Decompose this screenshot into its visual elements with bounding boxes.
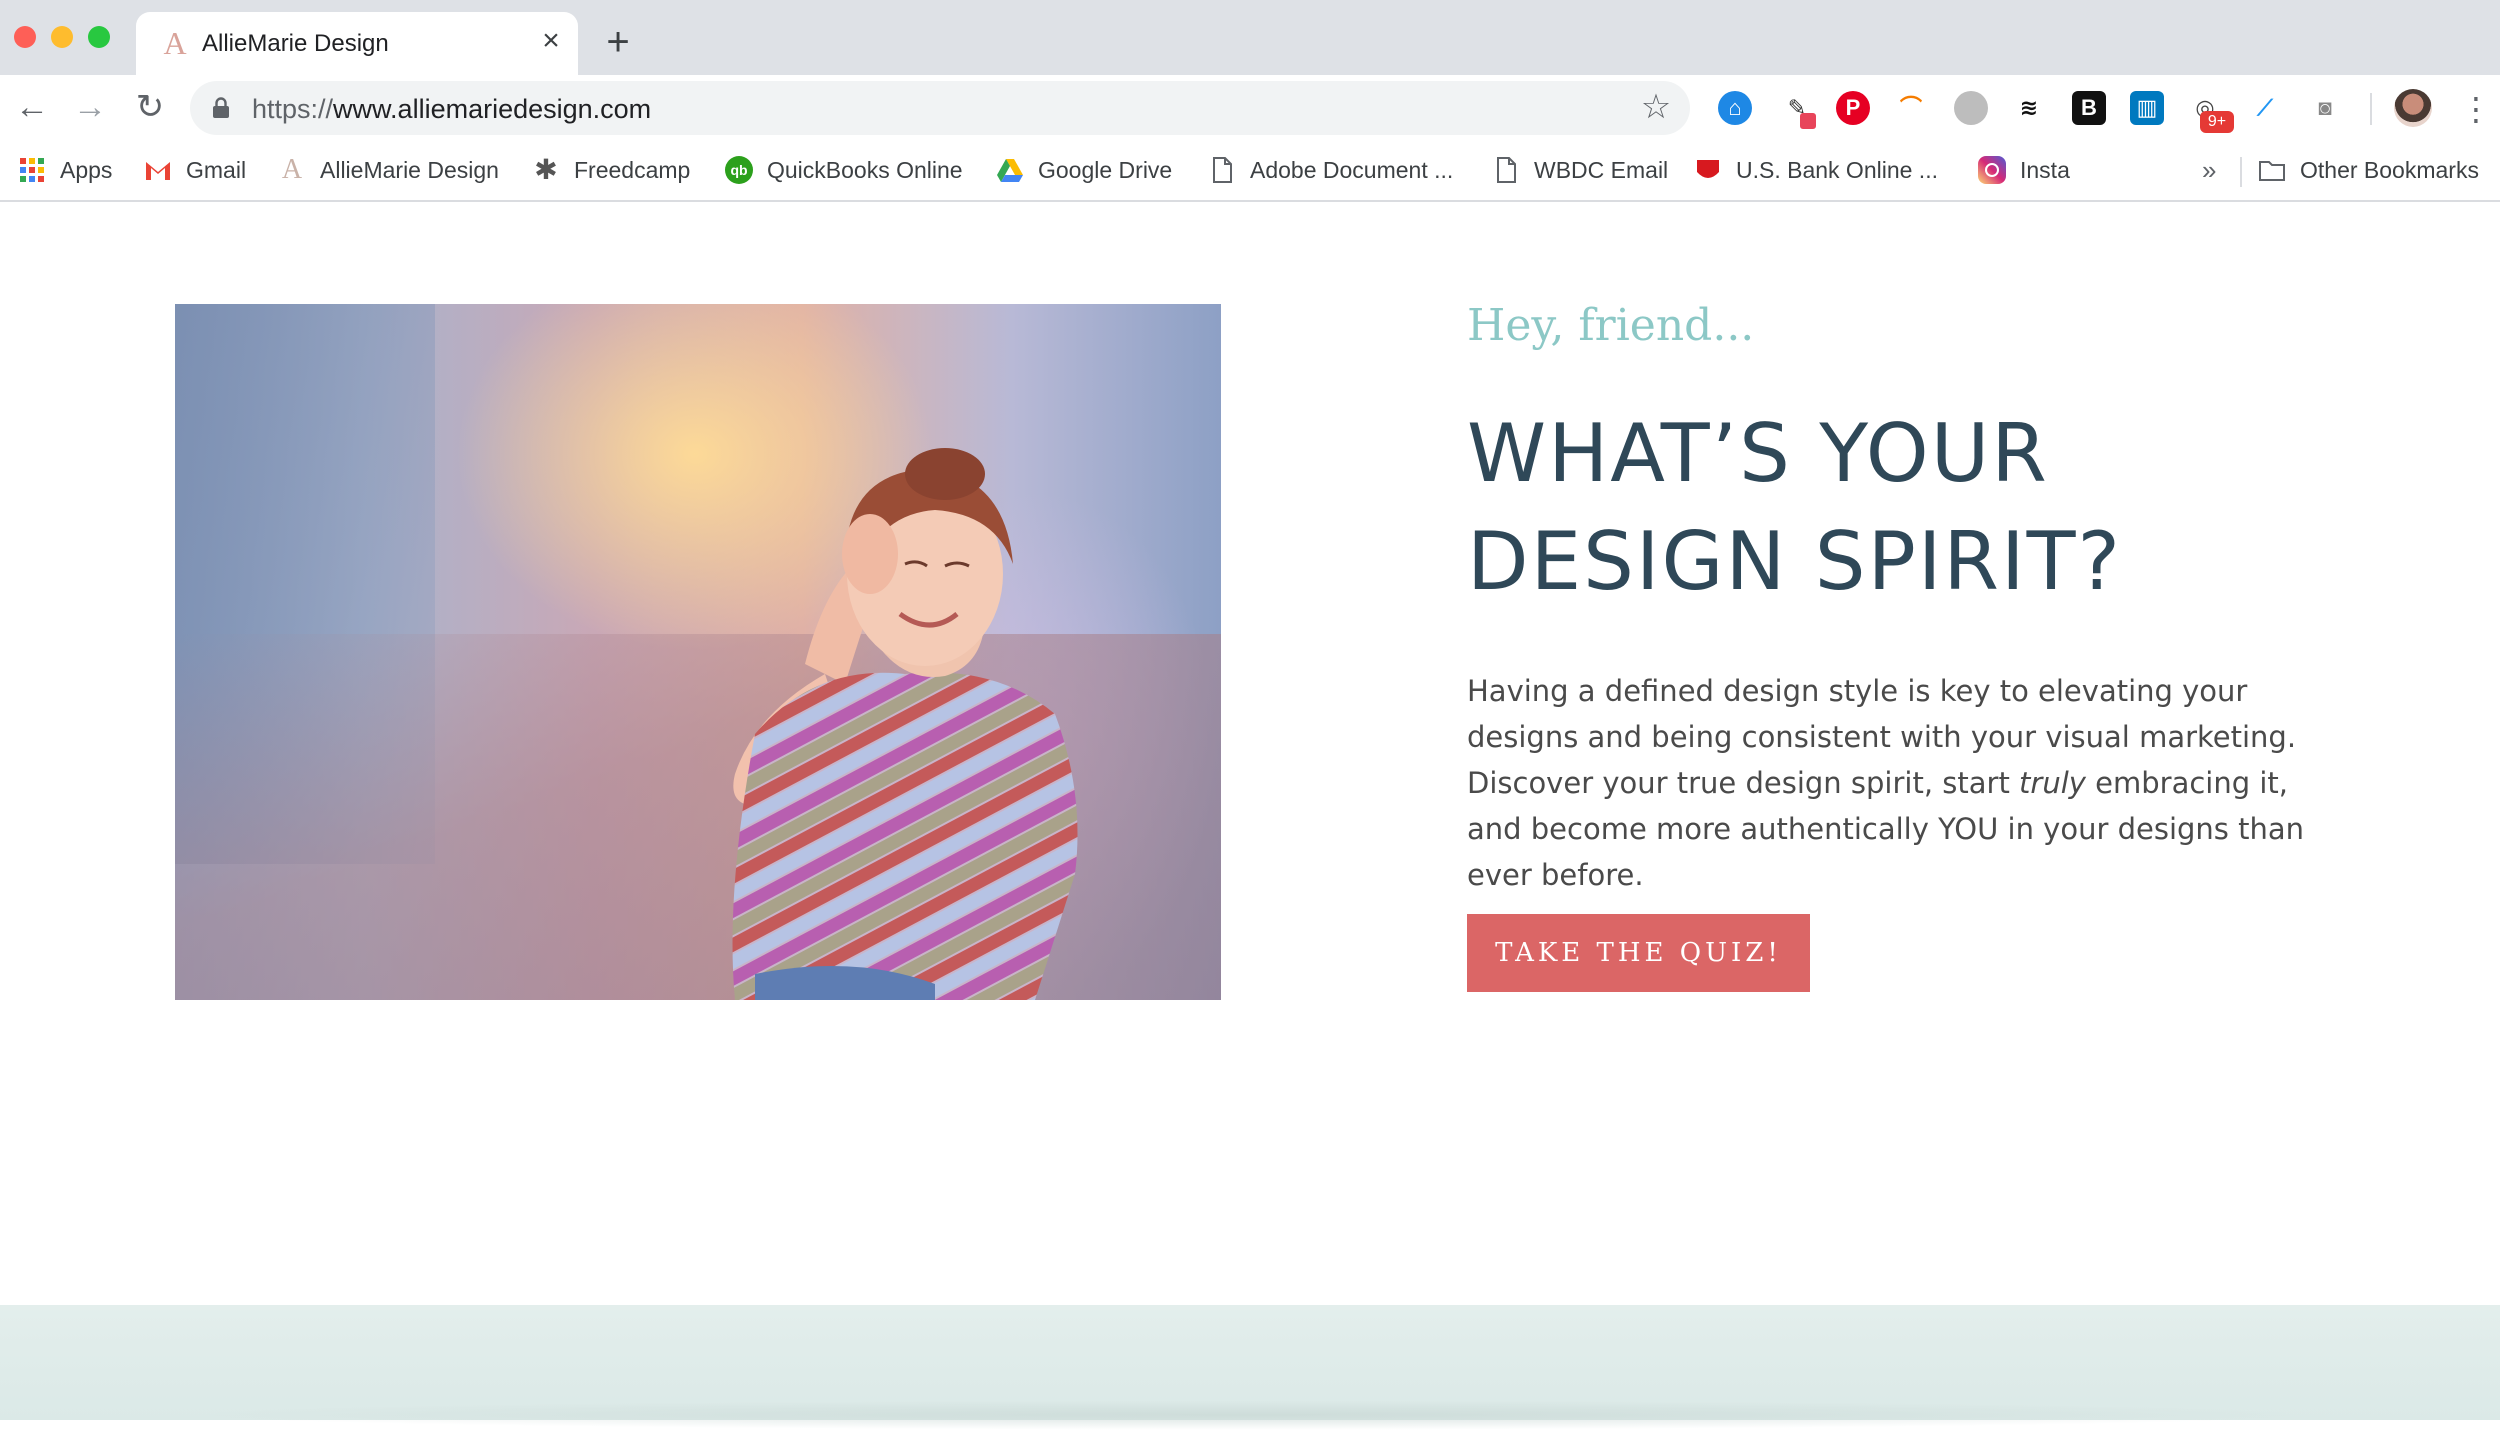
alliemarie-icon: A (281, 154, 303, 185)
woman-in-striped-shirt-image (732, 448, 1078, 1000)
browser-menu-icon[interactable]: ⋮ (2460, 91, 2492, 127)
url-text: https://www.alliemariedesign.com (252, 94, 652, 124)
quickbooks-icon: qb (725, 156, 753, 184)
page-headline: WHAT’S YOUR DESIGN SPIRIT? (1467, 400, 2267, 616)
bookmarks-overflow-chevron[interactable]: » (2202, 155, 2216, 186)
hero-photo (175, 304, 1221, 1000)
extension-badge: 9+ (2200, 111, 2234, 133)
google-drive-icon (997, 159, 1023, 182)
apps-grid-icon (20, 158, 44, 182)
usbank-icon (1697, 160, 1719, 178)
back-arrow-icon[interactable]: ← (12, 87, 52, 127)
bookmark-alliemarie[interactable]: A AllieMarie Design (278, 153, 499, 187)
tab-alliemarie-design[interactable]: A AllieMarie Design × (136, 12, 578, 75)
bookmark-freedcamp[interactable]: ✱ Freedcamp (532, 153, 690, 187)
document-icon (1213, 157, 1232, 183)
freedcamp-icon: ✱ (534, 154, 558, 185)
instagram-icon (1978, 156, 2006, 184)
bank-extension-icon[interactable]: ⌂ (1718, 91, 1752, 125)
headline-line-1: WHAT’S YOUR (1467, 407, 2049, 500)
tab-strip: A AllieMarie Design × + (0, 0, 2500, 75)
alliemarie-favicon-icon: A (163, 25, 187, 61)
gmail-icon (146, 162, 170, 180)
bookmark-star-icon[interactable]: ☆ (1638, 89, 1674, 125)
bookmark-us-bank[interactable]: U.S. Bank Online ... (1694, 153, 1938, 187)
bookmark-google-drive[interactable]: Google Drive (996, 153, 1172, 187)
document-icon (1497, 157, 1516, 183)
profile-avatar[interactable] (2394, 89, 2432, 127)
camera-icon[interactable]: ◙ (2308, 91, 2342, 125)
folder-icon (2259, 161, 2285, 181)
bold-extension-icon[interactable]: B (2072, 91, 2106, 125)
toolbar-divider (2370, 93, 2372, 125)
tab-title: AllieMarie Design (202, 30, 389, 57)
emphasis-truly: truly (2019, 766, 2086, 800)
bookmark-gmail[interactable]: Gmail (144, 153, 246, 187)
forward-arrow-icon[interactable]: → (70, 87, 110, 127)
lock-icon (213, 97, 229, 118)
bookmarks-divider (2240, 157, 2242, 187)
circle-extension-icon[interactable] (1954, 91, 1988, 125)
feather-extension-icon[interactable]: ⟋ (2248, 91, 2282, 125)
bookmark-apps[interactable]: Apps (18, 153, 112, 187)
new-tab-button[interactable]: + (598, 22, 638, 62)
trello-icon[interactable]: ▥ (2130, 91, 2164, 125)
take-the-quiz-button[interactable]: TAKE THE QUIZ! (1467, 914, 1810, 992)
pinterest-icon[interactable]: P (1836, 91, 1870, 125)
reload-icon[interactable]: ↻ (130, 87, 170, 127)
footer-shadow (180, 1400, 2320, 1430)
hero-description: Having a defined design style is key to … (1467, 674, 2305, 892)
buffer-icon[interactable]: ≋ (2012, 91, 2046, 125)
bookmark-quickbooks[interactable]: qb QuickBooks Online (725, 153, 963, 187)
bookmark-insta[interactable]: Insta (1978, 153, 2070, 187)
greeting-text: Hey, friend... (1467, 300, 1755, 351)
eyedropper-badge (1800, 113, 1816, 129)
bookmarks-bar: Apps Gmail A AllieMarie Design ✱ Freedca… (0, 145, 2500, 202)
browser-toolbar: ← → ↻ https://www.alliemariedesign.com ☆… (0, 75, 2500, 145)
address-bar[interactable]: https://www.alliemariedesign.com ☆ (190, 81, 1690, 135)
bookmark-other[interactable]: Other Bookmarks (2258, 153, 2479, 187)
maximize-window-button[interactable] (88, 26, 110, 48)
close-window-button[interactable] (14, 26, 36, 48)
bookmark-adobe-document[interactable]: Adobe Document ... (1208, 153, 1453, 187)
rainbow-extension-icon[interactable]: ⌒ (1894, 91, 1928, 125)
close-tab-icon[interactable]: × (536, 26, 566, 56)
minimize-window-button[interactable] (51, 26, 73, 48)
bookmark-wbdc-email[interactable]: WBDC Email (1492, 153, 1668, 187)
headline-line-2: DESIGN SPIRIT? (1467, 515, 2122, 608)
